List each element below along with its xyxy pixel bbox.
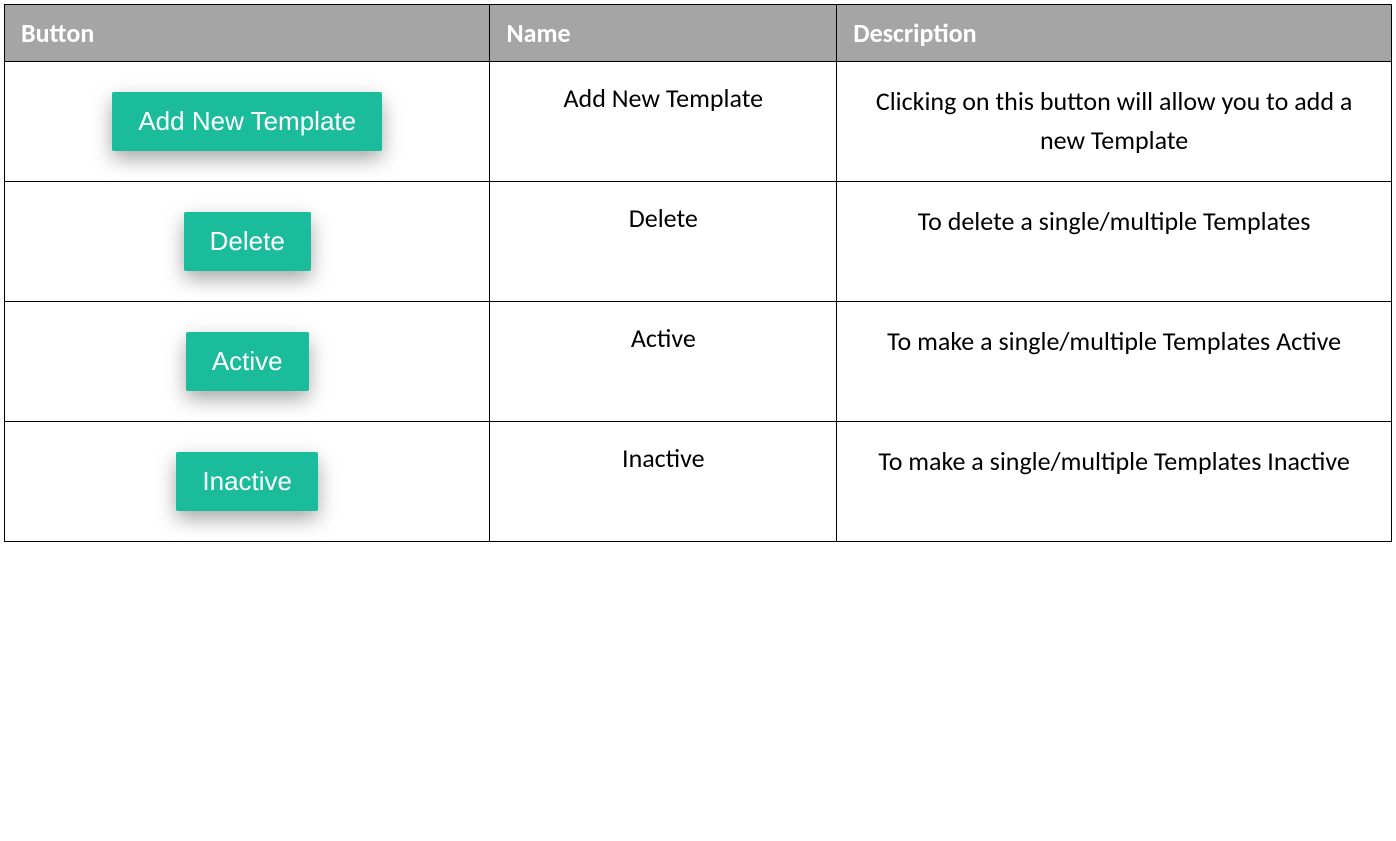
name-cell: Add New Template [490, 62, 837, 182]
add-new-template-button[interactable]: Add New Template [112, 92, 382, 151]
description-cell: Clicking on this button will allow you t… [837, 62, 1392, 182]
description-cell: To delete a single/multiple Templates [837, 182, 1392, 302]
button-cell: Inactive [5, 422, 490, 542]
table-row: Delete Delete To delete a single/multipl… [5, 182, 1392, 302]
button-cell: Delete [5, 182, 490, 302]
header-button: Button [5, 5, 490, 62]
description-cell: To make a single/multiple Templates Inac… [837, 422, 1392, 542]
table-row: Inactive Inactive To make a single/multi… [5, 422, 1392, 542]
inactive-button[interactable]: Inactive [176, 452, 318, 511]
name-cell: Inactive [490, 422, 837, 542]
buttons-reference-table: Button Name Description Add New Template… [4, 4, 1392, 542]
table-row: Add New Template Add New Template Clicki… [5, 62, 1392, 182]
table-header-row: Button Name Description [5, 5, 1392, 62]
button-cell: Add New Template [5, 62, 490, 182]
header-description: Description [837, 5, 1392, 62]
name-cell: Delete [490, 182, 837, 302]
button-cell: Active [5, 302, 490, 422]
description-cell: To make a single/multiple Templates Acti… [837, 302, 1392, 422]
active-button[interactable]: Active [186, 332, 309, 391]
header-name: Name [490, 5, 837, 62]
table-row: Active Active To make a single/multiple … [5, 302, 1392, 422]
delete-button[interactable]: Delete [184, 212, 311, 271]
name-cell: Active [490, 302, 837, 422]
